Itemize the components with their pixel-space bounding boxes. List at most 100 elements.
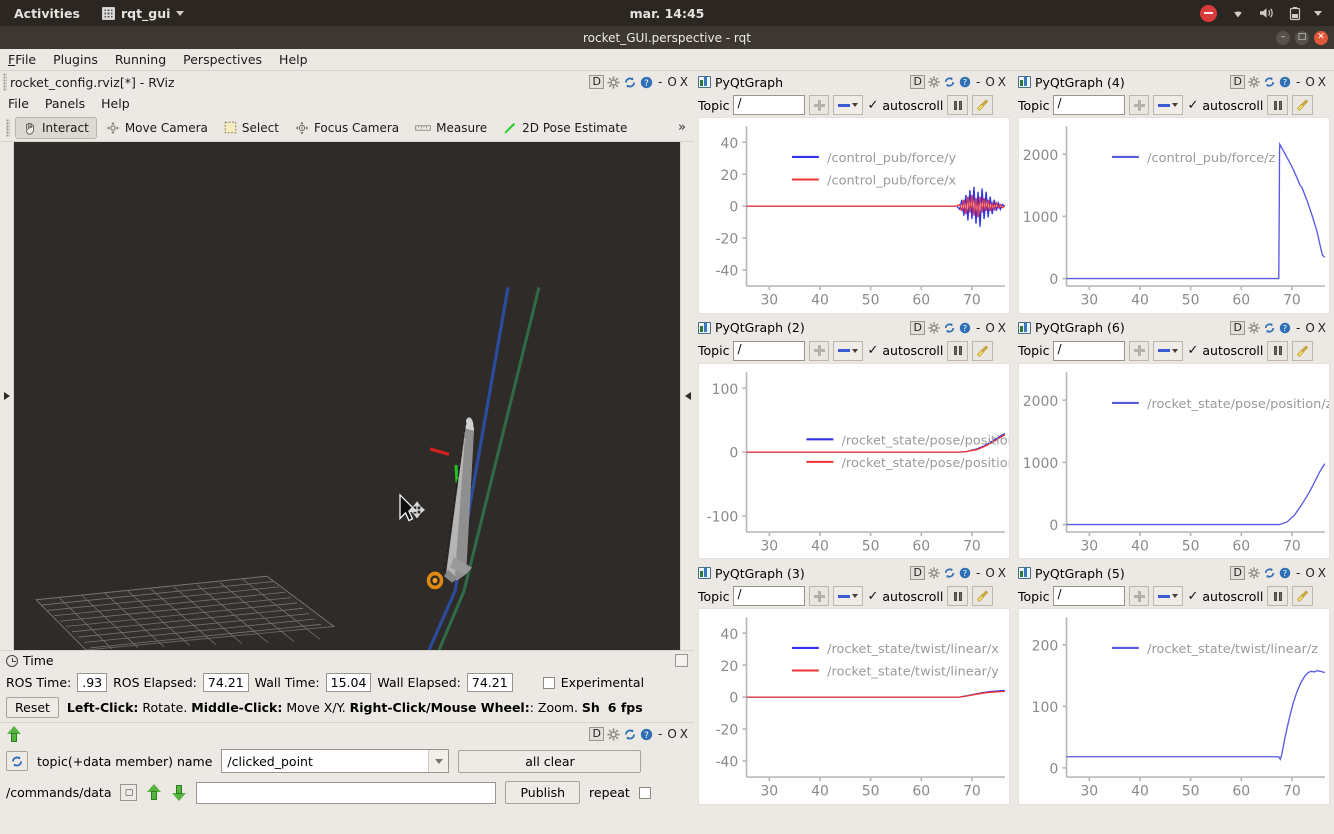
menu-help[interactable]: Help <box>279 52 308 67</box>
dock-float-button[interactable]: O <box>1305 566 1314 580</box>
menu-file[interactable]: FFileFile <box>8 52 36 67</box>
minimize-button[interactable]: – <box>1276 31 1290 45</box>
topic-name-combobox[interactable]: /clicked_point <box>221 749 449 773</box>
tool-2d-pose-estimate-button[interactable]: 2D Pose Estimate <box>496 118 634 138</box>
dock-minimize-button[interactable]: - <box>656 75 664 89</box>
move-down-arrow-icon[interactable] <box>171 784 187 801</box>
topic-input[interactable]: / <box>1053 586 1125 606</box>
topic-input[interactable]: / <box>733 586 805 606</box>
publish-button[interactable]: Publish <box>505 781 580 804</box>
dock-close-button[interactable]: X <box>998 566 1006 580</box>
line-style-button[interactable] <box>833 586 863 606</box>
chevron-down-icon[interactable] <box>428 750 448 772</box>
tool-focus-camera-button[interactable]: Focus Camera <box>288 118 406 138</box>
dock-float-button[interactable]: O <box>985 321 994 335</box>
drag-grip-icon[interactable] <box>3 73 7 91</box>
all-clear-button[interactable]: all clear <box>458 750 641 773</box>
dock-minimize-button[interactable]: - <box>1294 321 1302 335</box>
do-not-disturb-icon[interactable] <box>1200 5 1217 22</box>
dock-close-button[interactable]: X <box>998 75 1006 89</box>
battery-icon[interactable] <box>1289 6 1301 21</box>
gear-icon[interactable] <box>928 322 940 334</box>
gear-icon[interactable] <box>928 76 940 88</box>
clear-plot-button[interactable] <box>1292 95 1313 115</box>
wall-elapsed-value[interactable]: 74.21 <box>467 673 513 692</box>
dock-d-button[interactable]: D <box>589 75 603 89</box>
autoscroll-checkbox[interactable]: ✓ <box>867 344 878 357</box>
maximize-button[interactable]: □ <box>1295 31 1309 45</box>
rviz-menu-panels[interactable]: Panels <box>45 96 85 111</box>
expression-input[interactable] <box>196 782 496 804</box>
clear-plot-button[interactable] <box>972 341 993 361</box>
experimental-checkbox[interactable] <box>543 677 555 689</box>
menu-plugins[interactable]: Plugins <box>53 52 98 67</box>
dock-d-button[interactable]: D <box>1230 75 1244 89</box>
dock-d-button[interactable]: D <box>910 566 924 580</box>
plot-canvas[interactable]: 0100020003040506070/control_pub/force/z <box>1018 117 1330 314</box>
left-dock-collapse-handle[interactable] <box>0 142 14 650</box>
repeat-checkbox[interactable] <box>639 787 651 799</box>
gear-icon[interactable] <box>607 76 620 89</box>
add-topic-button[interactable] <box>809 95 829 115</box>
topic-input[interactable]: / <box>733 341 805 361</box>
time-panel-float-button[interactable] <box>675 654 688 667</box>
pub-dock-float-button[interactable]: O <box>667 727 676 741</box>
publish-up-arrow-icon[interactable] <box>6 726 22 743</box>
app-menu-button[interactable]: rqt_gui <box>102 6 184 21</box>
gear-icon[interactable] <box>1248 567 1260 579</box>
rviz-menu-file[interactable]: File <box>8 96 29 111</box>
clear-plot-button[interactable] <box>1292 341 1313 361</box>
dock-d-button[interactable]: D <box>1230 321 1244 335</box>
reload-icon[interactable] <box>943 322 956 334</box>
line-style-button[interactable] <box>833 341 863 361</box>
line-style-button[interactable] <box>1153 341 1183 361</box>
reload-icon[interactable] <box>1263 567 1276 579</box>
move-up-arrow-icon[interactable] <box>146 784 162 801</box>
line-style-button[interactable] <box>1153 95 1183 115</box>
toolbar-overflow-button[interactable]: » <box>678 120 686 135</box>
dock-minimize-button[interactable]: - <box>974 321 982 335</box>
gear-icon[interactable] <box>1248 322 1260 334</box>
activities-button[interactable]: Activities <box>14 6 80 21</box>
autoscroll-checkbox[interactable]: ✓ <box>1187 99 1198 112</box>
dock-d-button[interactable]: D <box>1230 566 1244 580</box>
right-dock-collapse-handle[interactable] <box>680 142 694 650</box>
dock-float-button[interactable]: O <box>1305 321 1314 335</box>
clear-plot-button[interactable] <box>972 586 993 606</box>
autoscroll-checkbox[interactable]: ✓ <box>1187 590 1198 603</box>
dock-close-button[interactable]: X <box>1318 321 1326 335</box>
dock-minimize-button[interactable]: - <box>974 566 982 580</box>
pause-button[interactable] <box>1267 341 1288 361</box>
add-topic-button[interactable] <box>1129 586 1149 606</box>
line-style-button[interactable] <box>1153 586 1183 606</box>
ros-time-value[interactable]: .93 <box>77 673 107 692</box>
plot-canvas[interactable]: -40-20020403040506070/rocket_state/twist… <box>698 608 1010 805</box>
autoscroll-checkbox[interactable]: ✓ <box>867 590 878 603</box>
remove-row-button[interactable]: ▢ <box>120 784 137 801</box>
topic-input[interactable]: / <box>733 95 805 115</box>
help-icon[interactable]: ? <box>959 76 971 88</box>
gear-icon[interactable] <box>928 567 940 579</box>
dock-close-button[interactable]: X <box>998 321 1006 335</box>
tool-measure-button[interactable]: Measure <box>408 118 494 138</box>
line-style-button[interactable] <box>833 95 863 115</box>
reload-icon[interactable] <box>1263 322 1276 334</box>
dock-float-button[interactable]: O <box>985 566 994 580</box>
pause-button[interactable] <box>947 341 968 361</box>
close-button[interactable]: ✕ <box>1314 31 1328 45</box>
dock-d-button[interactable]: D <box>910 321 924 335</box>
pub-dock-d-button[interactable]: D <box>589 727 603 741</box>
pause-button[interactable] <box>947 586 968 606</box>
clock-label[interactable]: mar. 14:45 <box>0 6 1334 21</box>
reset-button[interactable]: Reset <box>6 697 59 718</box>
help-icon[interactable]: ? <box>640 728 653 741</box>
reload-icon[interactable] <box>943 76 956 88</box>
toolbar-grip-icon[interactable] <box>6 119 10 137</box>
dock-float-button[interactable]: O <box>985 75 994 89</box>
reload-icon[interactable] <box>943 567 956 579</box>
pause-button[interactable] <box>1267 95 1288 115</box>
help-icon[interactable]: ? <box>1279 322 1291 334</box>
pub-dock-minimize-button[interactable]: - <box>656 727 664 741</box>
dock-close-button[interactable]: X <box>1318 566 1326 580</box>
wall-time-value[interactable]: 15.04 <box>326 673 372 692</box>
